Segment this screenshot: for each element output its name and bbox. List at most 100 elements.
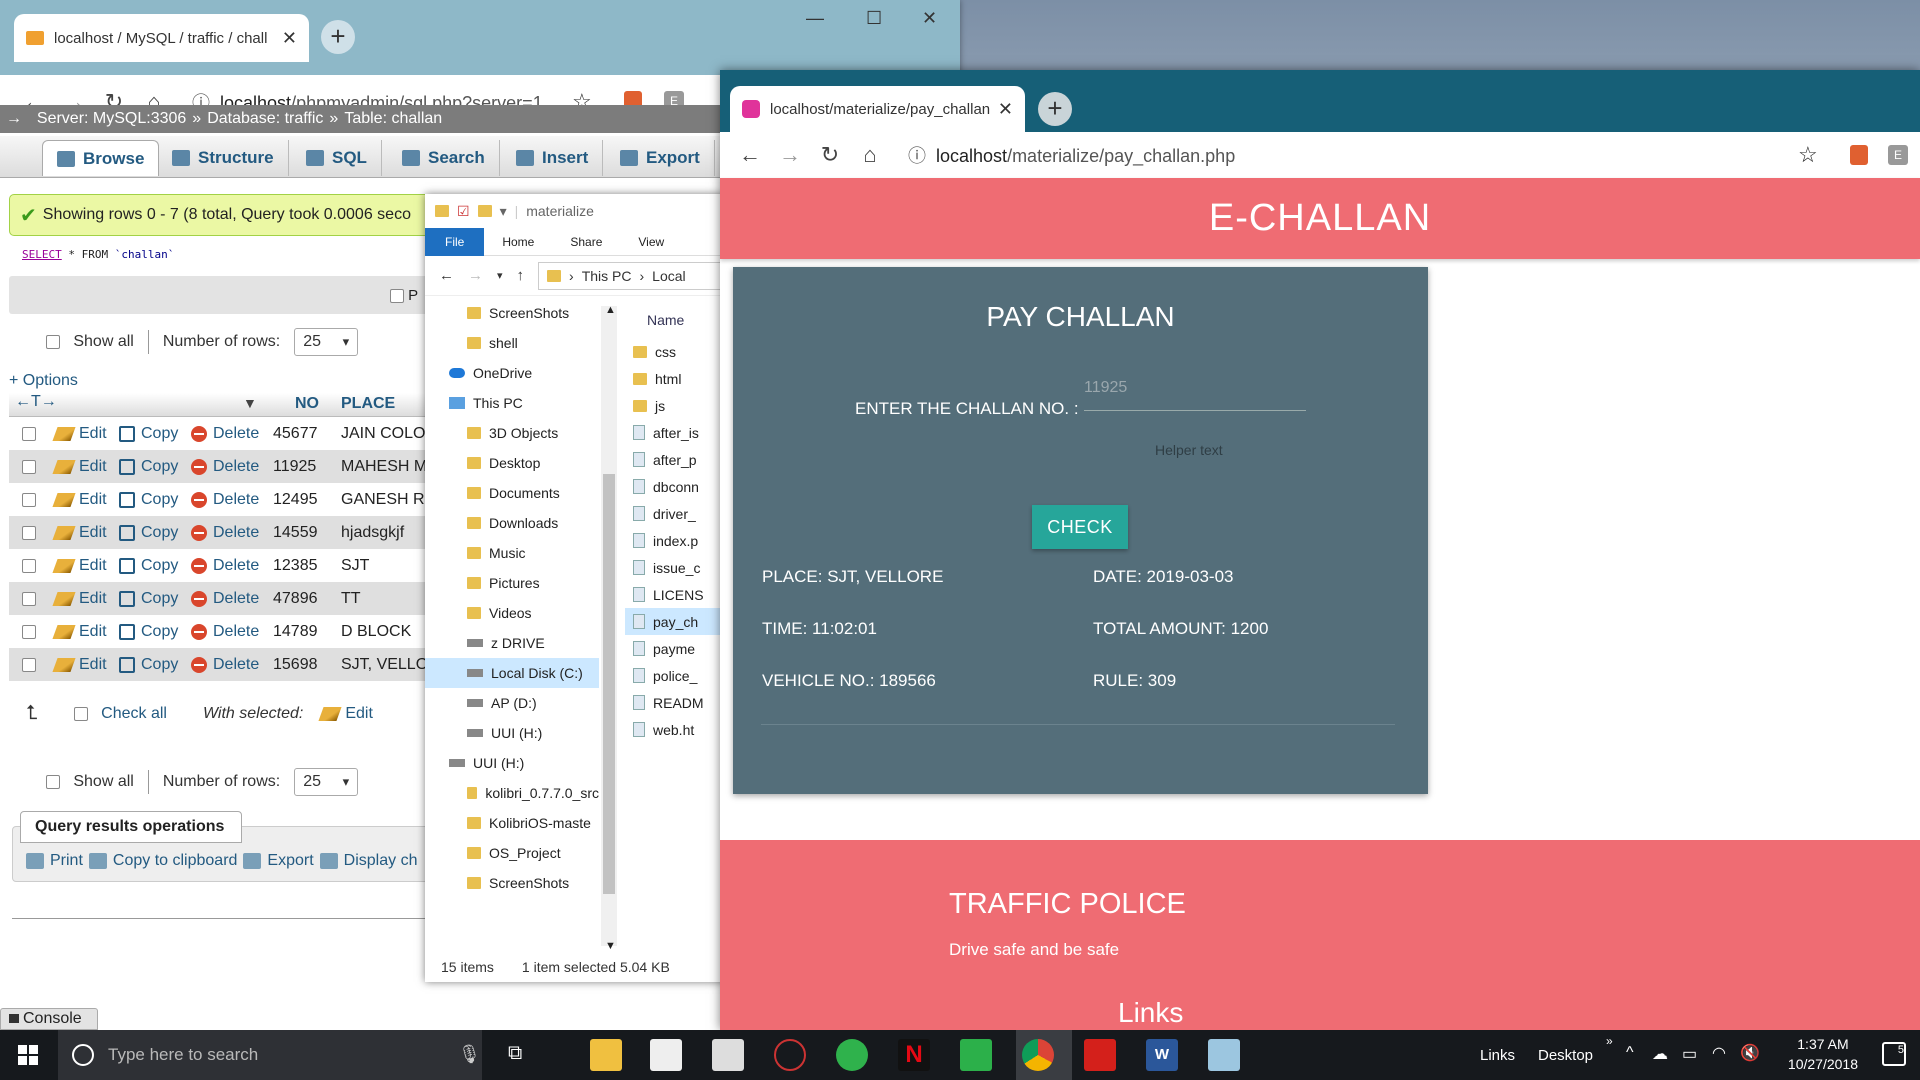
rows-select-bottom[interactable]: 25 [294,768,359,796]
path-local[interactable]: Local [652,268,685,284]
row-delete-button[interactable]: Delete [191,524,259,542]
windows-start-icon[interactable] [18,1045,38,1065]
nav-item[interactable]: AP (D:) [425,688,599,718]
nav-item[interactable]: Music [425,538,599,568]
scroll-down-icon[interactable]: ▼ [605,940,616,952]
challan-number-input[interactable]: 11925 [1084,379,1306,411]
nav-item[interactable]: OS_Project [425,838,599,868]
file-item[interactable]: css [625,338,725,365]
close-tab-icon[interactable]: ✕ [282,28,297,49]
row-edit-button[interactable]: Edit [52,425,107,443]
tab-structure[interactable]: Structure [158,140,289,176]
nav-item[interactable]: Documents [425,478,599,508]
taskbar-links-toolbar[interactable]: Links [1480,1030,1515,1080]
microphone-icon[interactable]: 🎙 [458,1044,481,1065]
nav-item[interactable]: kolibri_0.7.7.0_src [425,778,599,808]
back-icon[interactable]: ← [439,267,454,284]
row-copy-button[interactable]: Copy [119,557,178,575]
properties-icon[interactable]: ☑ [457,203,470,220]
ribbon-file[interactable]: File [425,227,485,256]
file-item[interactable]: issue_c [625,554,725,581]
file-item[interactable]: READM [625,689,725,716]
file-item[interactable]: web.ht [625,716,725,743]
home-icon[interactable]: ⌂ [850,142,890,168]
minimize-icon[interactable]: — [806,8,824,29]
back-icon[interactable]: ← [730,142,770,168]
up-icon[interactable]: ↑ [517,267,525,284]
nav-item[interactable]: Pictures [425,568,599,598]
quick-access-dropdown-icon[interactable]: ▾ [500,203,507,220]
row-copy-button[interactable]: Copy [119,656,178,674]
show-hidden-icons-icon[interactable]: ^ [1626,1044,1634,1062]
column-resize-icon[interactable]: ←T→ [15,393,57,411]
url-field[interactable]: ⓘ localhost/materialize/pay_challan.php [908,142,1235,168]
nav-scroll-thumb[interactable] [603,474,615,894]
options-link[interactable]: + Options [9,372,78,390]
nav-item[interactable]: UUI (H:) [425,718,599,748]
collapse-arrow-icon[interactable]: → [6,110,22,128]
path-bar[interactable]: › This PC › Local [538,261,725,290]
tab-export[interactable]: Export [606,140,715,176]
nav-item[interactable]: 3D Objects [425,418,599,448]
rows-select[interactable]: 25 [294,328,359,356]
breadcrumb-table[interactable]: Table: challan [344,110,442,128]
path-this-pc[interactable]: This PC [582,268,632,284]
row-copy-button[interactable]: Copy [119,425,178,443]
row-copy-button[interactable]: Copy [119,491,178,509]
reload-icon[interactable]: ↻ [810,142,850,168]
file-explorer-taskbar-icon[interactable] [590,1039,622,1071]
file-item[interactable]: after_p [625,446,725,473]
file-item[interactable]: html [625,365,725,392]
toolbar-overflow-icon[interactable]: » [1606,1034,1613,1048]
row-copy-button[interactable]: Copy [119,623,178,641]
display-chart-link[interactable]: Display ch [344,852,418,870]
row-edit-button[interactable]: Edit [52,656,107,674]
forward-icon[interactable]: → [468,267,483,284]
spreadsheet-taskbar-icon[interactable] [960,1039,992,1071]
tab-browse[interactable]: Browse [42,140,160,176]
row-edit-button[interactable]: Edit [52,557,107,575]
volume-muted-icon[interactable]: 🔇 [1740,1043,1760,1063]
row-edit-button[interactable]: Edit [52,458,107,476]
network-app-taskbar-icon[interactable] [774,1039,806,1071]
recent-dropdown-icon[interactable]: ▾ [497,269,503,282]
row-edit-button[interactable]: Edit [52,524,107,542]
store-taskbar-icon[interactable] [650,1039,682,1071]
ribbon-view[interactable]: View [620,235,682,249]
row-delete-button[interactable]: Delete [191,557,259,575]
row-checkbox[interactable] [22,459,36,474]
file-item[interactable]: index.p [625,527,725,554]
row-delete-button[interactable]: Delete [191,623,259,641]
file-item[interactable]: dbconn [625,473,725,500]
ribbon-share[interactable]: Share [552,235,620,249]
row-checkbox[interactable] [22,591,36,606]
row-checkbox[interactable] [22,426,36,441]
nav-item[interactable]: This PC [425,388,599,418]
export-link[interactable]: Export [267,852,313,870]
file-item[interactable]: payme [625,635,725,662]
ribbon-home[interactable]: Home [484,235,552,249]
extension-icon[interactable] [1850,145,1868,165]
row-edit-button[interactable]: Edit [52,623,107,641]
netflix-taskbar-icon[interactable]: N [898,1039,930,1071]
maximize-icon[interactable]: ☐ [866,8,882,29]
row-checkbox[interactable] [22,525,36,540]
row-checkbox[interactable] [22,558,36,573]
row-checkbox[interactable] [22,624,36,639]
row-checkbox[interactable] [22,657,36,672]
nav-item[interactable]: Local Disk (C:) [425,658,599,688]
nav-item[interactable]: Desktop [425,448,599,478]
row-delete-button[interactable]: Delete [191,425,259,443]
nav-item[interactable]: ScreenShots [425,868,599,898]
mail-taskbar-icon[interactable] [712,1039,744,1071]
tab-search[interactable]: Search [388,140,500,176]
star-icon[interactable]: ☆ [1798,142,1818,168]
row-delete-button[interactable]: Delete [191,491,259,509]
file-item[interactable]: js [625,392,725,419]
file-item[interactable]: pay_ch [625,608,725,635]
file-item[interactable]: police_ [625,662,725,689]
file-item[interactable]: after_is [625,419,725,446]
close-tab-icon[interactable]: ✕ [998,99,1013,120]
acrobat-taskbar-icon[interactable] [1084,1039,1116,1071]
row-delete-button[interactable]: Delete [191,458,259,476]
